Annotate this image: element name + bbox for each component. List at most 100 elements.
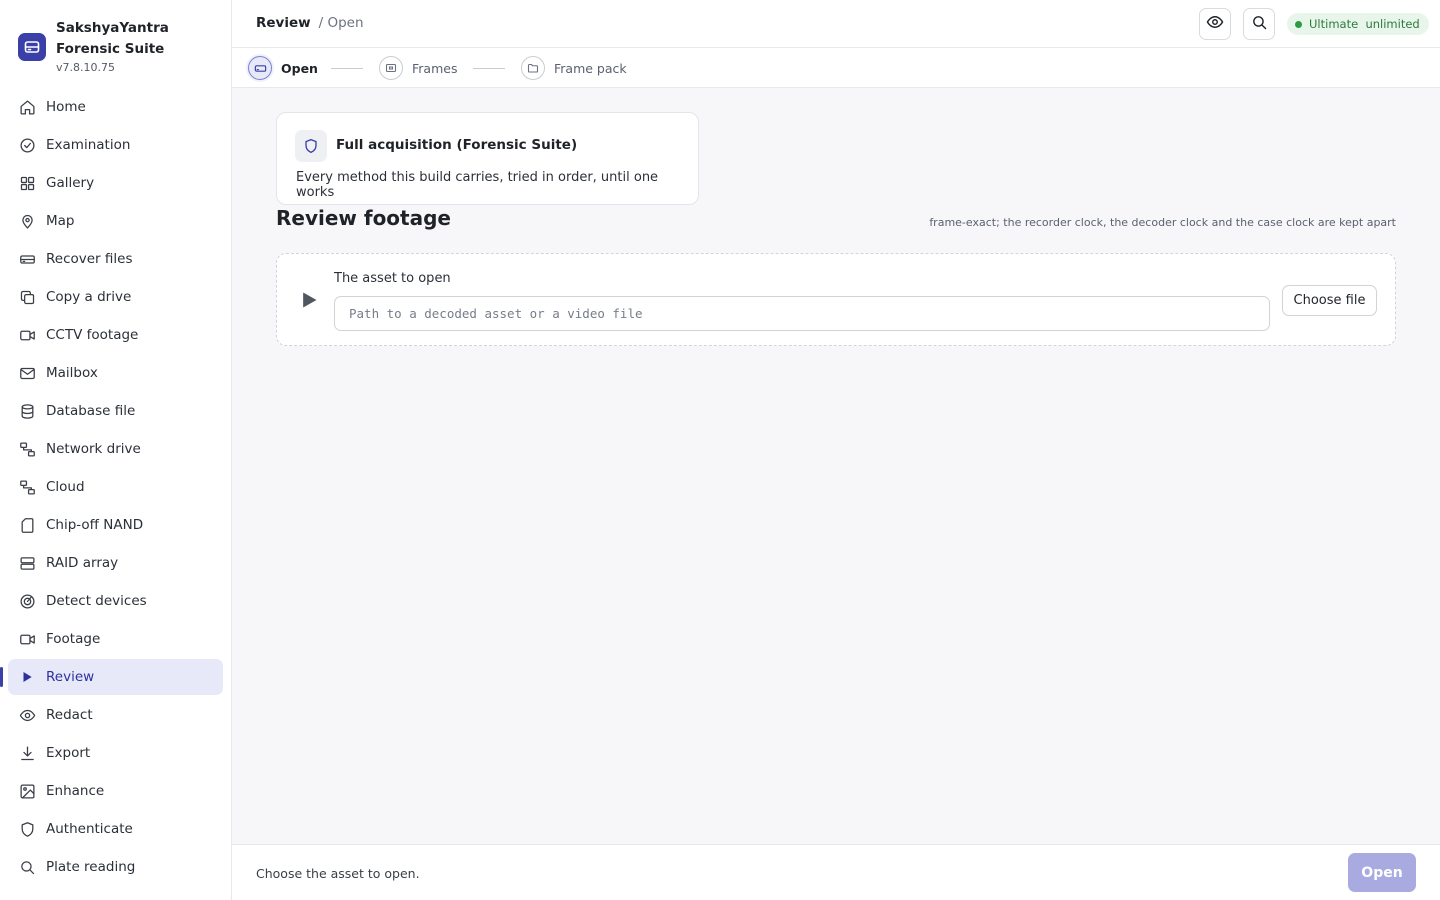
sidebar-item-label: Database file [46,403,136,419]
home-icon [18,98,36,116]
step-open[interactable]: Open [248,56,318,80]
sidebar-item-label: Plate reading [46,859,136,875]
sidebar-item-label: Recover files [46,251,133,267]
sidebar-item-map[interactable]: Map [8,203,223,239]
map-pin-icon [18,212,36,230]
sidebar-item-redact[interactable]: Redact [8,697,223,733]
sidebar-item-export[interactable]: Export [8,735,223,771]
eye-icon [18,706,36,724]
step-label: Open [281,60,318,76]
app-logo-icon [18,33,46,61]
sidebar-item-home[interactable]: Home [8,89,223,125]
video-camera-icon [18,630,36,648]
step-frame-pack[interactable]: Frame pack [521,56,627,80]
sidebar-item-gallery[interactable]: Gallery [8,165,223,201]
page-title: Review footage [276,206,451,230]
sidebar-item-mailbox[interactable]: Mailbox [8,355,223,391]
server-icon [18,554,36,572]
image-icon [18,782,36,800]
sidebar-nav: Home Examination Gallery Map Recover fil… [0,89,223,887]
breadcrumb-sub: / Open [318,15,364,31]
file-icon [18,516,36,534]
sidebar-item-label: Mailbox [46,365,98,381]
breadcrumb-current[interactable]: Review [256,15,311,31]
video-camera-icon [18,326,36,344]
sidebar-item-label: Examination [46,137,131,153]
play-icon [299,290,319,310]
network-icon [18,478,36,496]
method-title: Full acquisition (Forensic Suite) [336,137,578,153]
sidebar-item-examination[interactable]: Examination [8,127,223,163]
drive-icon [18,250,36,268]
sidebar-item-label: Authenticate [46,821,133,837]
sidebar-item-enhance[interactable]: Enhance [8,773,223,809]
asset-drop-zone[interactable]: The asset to open Choose file [276,253,1396,346]
page-note: frame-exact; the recorder clock, the dec… [929,216,1396,229]
search-button[interactable] [1243,8,1275,40]
sidebar: SakshyaYantra Forensic Suite v7.8.10.75 … [0,0,232,900]
sidebar-item-label: Network drive [46,441,141,457]
frame-icon [379,56,403,80]
sidebar-item-label: Home [46,99,86,115]
download-icon [18,744,36,762]
sidebar-item-label: Review [46,669,95,685]
acquisition-method-card[interactable]: Full acquisition (Forensic Suite) Every … [276,112,699,205]
shield-icon [18,820,36,838]
sidebar-item-review[interactable]: Review [0,659,223,695]
sidebar-item-recover-files[interactable]: Recover files [8,241,223,277]
footer-bar: Choose the asset to open. Open [232,844,1440,900]
preview-button[interactable] [1199,8,1231,40]
method-description: Every method this build carries, tried i… [296,170,659,200]
asset-path-input[interactable] [334,296,1270,331]
sidebar-item-label: RAID array [46,555,119,571]
play-icon [18,668,36,686]
brand: SakshyaYantra Forensic Suite v7.8.10.75 [18,18,228,74]
copy-icon [18,288,36,306]
sidebar-item-footage[interactable]: Footage [8,621,223,657]
top-bar: Review / Open Ultimate unlimited [232,0,1440,48]
sidebar-item-plate-reading[interactable]: Plate reading [8,849,223,885]
sidebar-item-label: Gallery [46,175,95,191]
network-icon [18,440,36,458]
search-icon [1251,14,1268,35]
sidebar-item-label: Detect devices [46,593,147,609]
radar-icon [18,592,36,610]
license-badge-label: Ultimate unlimited [1309,17,1420,31]
sidebar-item-network-drive[interactable]: Network drive [8,431,223,467]
sidebar-item-label: Copy a drive [46,289,132,305]
sidebar-item-copy-a-drive[interactable]: Copy a drive [8,279,223,315]
grid-icon [18,174,36,192]
step-indicator: Open Frames Frame pack [232,48,1440,88]
app-name: SakshyaYantra Forensic Suite [56,20,169,57]
sidebar-item-authenticate[interactable]: Authenticate [8,811,223,847]
sidebar-item-label: Map [46,213,75,229]
eye-icon [1206,13,1224,35]
step-label: Frame pack [554,60,627,76]
database-icon [18,402,36,420]
footer-status-message: Choose the asset to open. [256,866,420,881]
sidebar-item-label: Chip-off NAND [46,517,144,533]
mail-icon [18,364,36,382]
drive-icon [248,56,272,80]
step-connector [473,68,505,69]
folder-icon [521,56,545,80]
sidebar-item-cloud[interactable]: Cloud [8,469,223,505]
asset-label: The asset to open [334,271,451,286]
sidebar-item-cctv-footage[interactable]: CCTV footage [8,317,223,353]
app-version: v7.8.10.75 [56,61,115,74]
shield-icon [295,130,327,162]
license-badge: Ultimate unlimited [1287,13,1429,35]
sidebar-item-chip-off-nand[interactable]: Chip-off NAND [8,507,223,543]
sidebar-item-label: Redact [46,707,93,723]
sidebar-item-label: CCTV footage [46,327,139,343]
sidebar-item-raid-array[interactable]: RAID array [8,545,223,581]
sidebar-item-detect-devices[interactable]: Detect devices [8,583,223,619]
open-button[interactable]: Open [1348,853,1416,892]
sidebar-item-label: Cloud [46,479,85,495]
sidebar-item-label: Export [46,745,91,761]
main-content: Full acquisition (Forensic Suite) Every … [232,88,1440,844]
step-frames[interactable]: Frames [379,56,457,80]
sidebar-item-label: Enhance [46,783,105,799]
sidebar-item-database-file[interactable]: Database file [8,393,223,429]
choose-file-button[interactable]: Choose file [1282,285,1377,316]
